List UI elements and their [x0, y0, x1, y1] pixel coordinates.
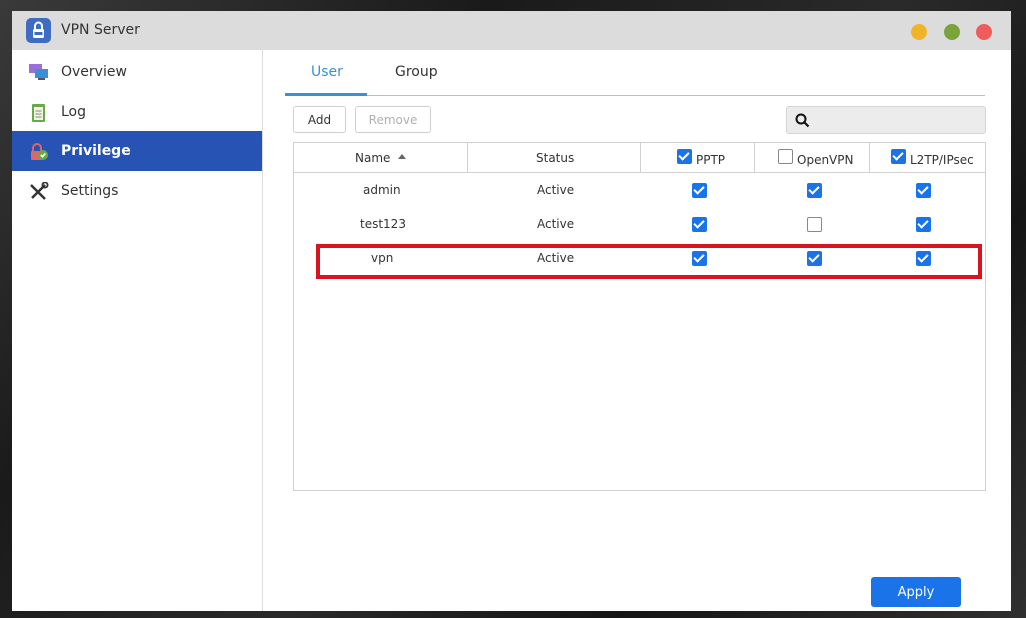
- openvpn-select-all-checkbox[interactable]: [778, 149, 793, 164]
- pptp-checkbox[interactable]: [692, 217, 707, 232]
- active-tab-indicator: [285, 93, 367, 96]
- openvpn-checkbox[interactable]: [807, 183, 822, 198]
- close-button[interactable]: [976, 24, 992, 40]
- pptp-select-all-checkbox[interactable]: [677, 149, 692, 164]
- sort-ascending-icon: [398, 154, 406, 159]
- add-button[interactable]: Add: [293, 106, 346, 133]
- tab-user[interactable]: User: [311, 64, 343, 80]
- tab-bar: User Group: [285, 50, 985, 96]
- main-content: User Group Add Remove Name Status PPTP O…: [264, 50, 1011, 611]
- sidebar-item-overview[interactable]: Overview: [12, 52, 262, 92]
- privilege-lock-icon: [28, 142, 50, 160]
- l2tp-checkbox[interactable]: [916, 183, 931, 198]
- sidebar-item-log[interactable]: Log: [12, 92, 262, 132]
- openvpn-checkbox[interactable]: [807, 217, 822, 232]
- user-status: Active: [537, 251, 575, 265]
- tab-group[interactable]: Group: [395, 64, 438, 80]
- maximize-button[interactable]: [944, 24, 960, 40]
- table-row[interactable]: test123 Active: [294, 207, 985, 241]
- monitor-icon: [28, 63, 50, 81]
- pptp-checkbox[interactable]: [692, 183, 707, 198]
- user-name: test123: [360, 217, 406, 231]
- tools-icon: [28, 181, 50, 200]
- column-l2tp-ipsec: L2TP/IPsec: [870, 143, 985, 172]
- l2tp-checkbox[interactable]: [916, 217, 931, 232]
- column-status: Status: [468, 143, 641, 172]
- apply-button[interactable]: Apply: [871, 577, 961, 607]
- column-openvpn: OpenVPN: [755, 143, 870, 172]
- user-name: vpn: [371, 251, 394, 265]
- vpn-lock-icon: [26, 18, 51, 43]
- user-status: Active: [537, 217, 575, 231]
- search-input[interactable]: [817, 110, 977, 130]
- app-title: VPN Server: [61, 22, 140, 38]
- search-box[interactable]: [786, 106, 986, 134]
- user-table: Name Status PPTP OpenVPN L2TP/IPsec admi…: [293, 142, 986, 491]
- sidebar: Overview Log Privilege Settings: [12, 50, 263, 611]
- pptp-checkbox[interactable]: [692, 251, 707, 266]
- l2tp-checkbox[interactable]: [916, 251, 931, 266]
- log-clipboard-icon: [28, 103, 50, 122]
- user-name: admin: [363, 183, 401, 197]
- openvpn-checkbox[interactable]: [807, 251, 822, 266]
- table-row[interactable]: vpn Active: [294, 241, 985, 275]
- table-row[interactable]: admin Active: [294, 173, 985, 207]
- l2tp-select-all-checkbox[interactable]: [891, 149, 906, 164]
- table-header: Name Status PPTP OpenVPN L2TP/IPsec: [294, 143, 985, 173]
- search-icon: [795, 113, 810, 132]
- title-bar: VPN Server: [12, 11, 1011, 50]
- user-status: Active: [537, 183, 575, 197]
- column-pptp: PPTP: [641, 143, 755, 172]
- column-name[interactable]: Name: [294, 143, 468, 172]
- sidebar-item-privilege[interactable]: Privilege: [12, 131, 262, 171]
- remove-button[interactable]: Remove: [355, 106, 431, 133]
- vpn-server-window: VPN Server Overview Log Privilege Settin…: [12, 11, 1011, 611]
- minimize-button[interactable]: [911, 24, 927, 40]
- sidebar-item-settings[interactable]: Settings: [12, 171, 262, 211]
